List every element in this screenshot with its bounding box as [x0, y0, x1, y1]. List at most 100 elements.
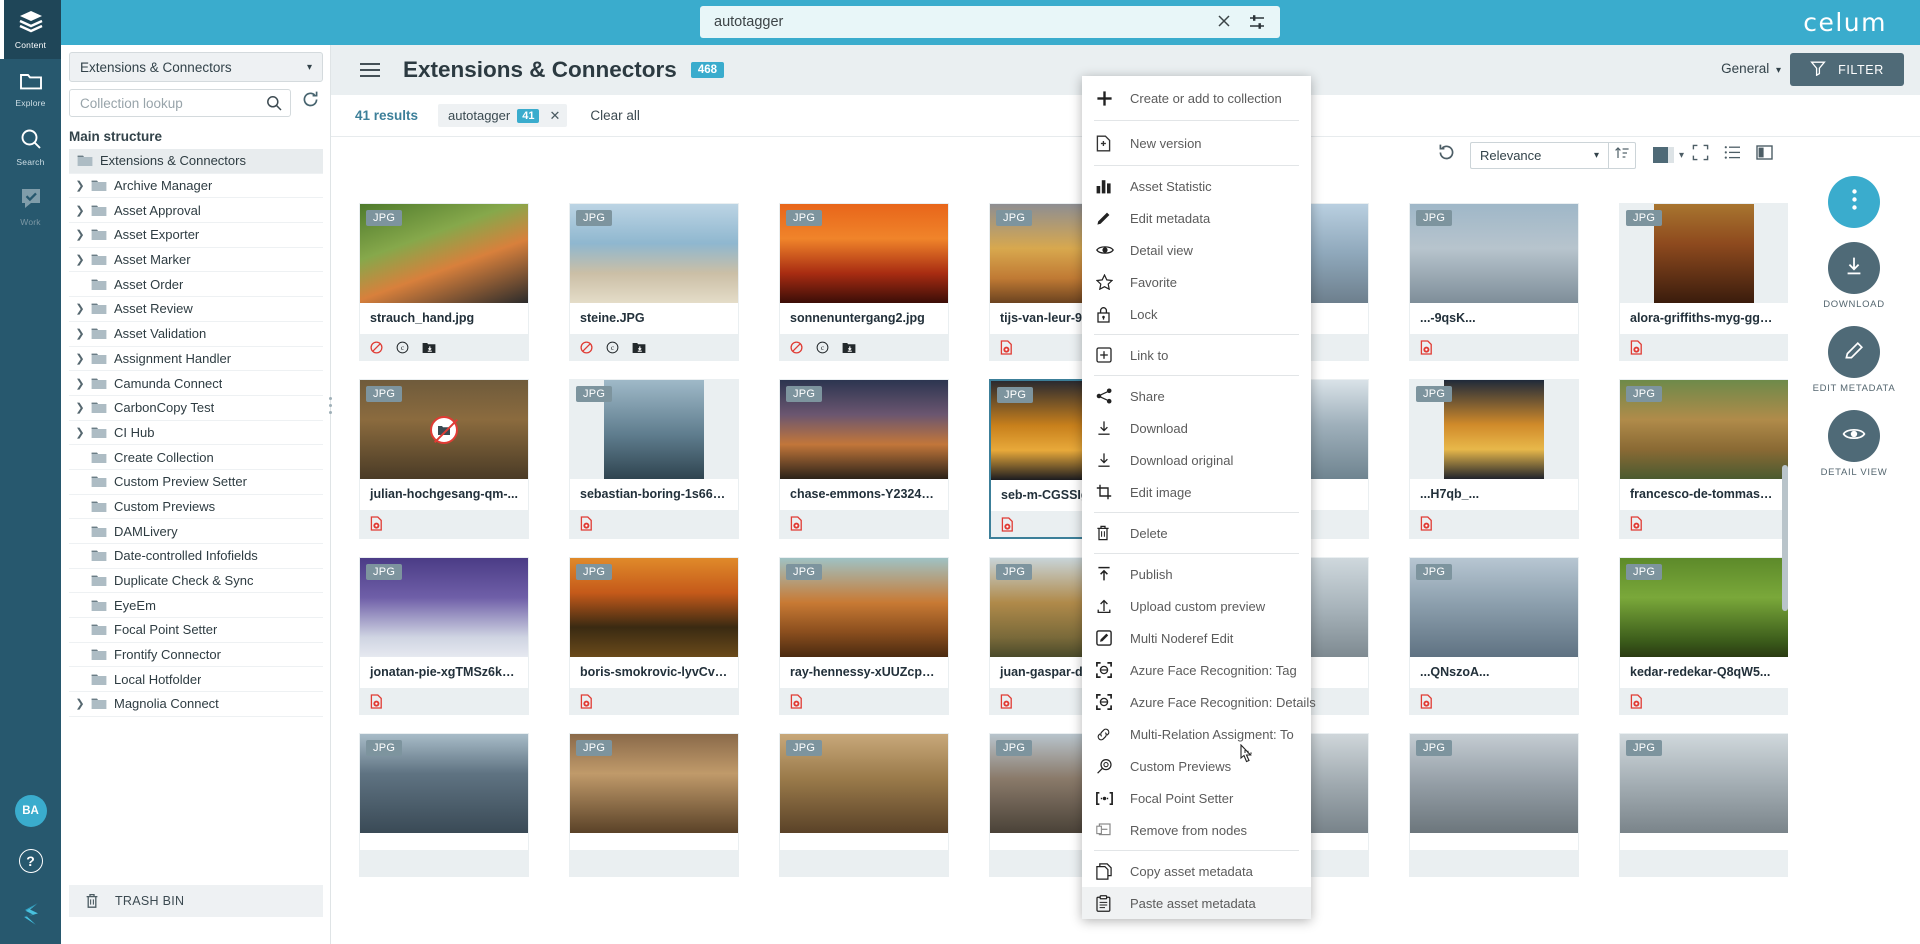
asset-card[interactable]: JPG ray-hennessy-xUUZcpQl...: [779, 557, 949, 715]
asset-card[interactable]: JPG: [779, 733, 949, 877]
context-menu-item[interactable]: Edit metadata: [1082, 202, 1311, 234]
asset-card[interactable]: JPG boris-smokrovic-lyvCvA...: [569, 557, 739, 715]
context-menu-item[interactable]: Download: [1082, 412, 1311, 444]
asset-card[interactable]: JPG chase-emmons-Y2324B...: [779, 379, 949, 539]
context-menu-item[interactable]: Azure Face Recognition: Tag: [1082, 654, 1311, 686]
collection-lookup-input[interactable]: [80, 90, 255, 116]
tree-node[interactable]: ❯ Assignment Handler: [69, 347, 323, 372]
tree-node[interactable]: Asset Order: [69, 272, 323, 298]
context-menu-item[interactable]: Create or add to collection: [1082, 80, 1311, 116]
sort-select[interactable]: Relevance ▾: [1469, 141, 1608, 169]
chevron-right-icon[interactable]: ❯: [69, 352, 91, 365]
tree-node[interactable]: Frontify Connector: [69, 643, 323, 668]
rail-item-search[interactable]: Search: [0, 118, 61, 177]
rail-item-content[interactable]: Content: [0, 0, 61, 59]
tree-node[interactable]: ❯ Asset Exporter: [69, 223, 323, 248]
asset-card[interactable]: JPG ...QNszoA...: [1409, 557, 1579, 715]
context-menu-item[interactable]: Publish: [1082, 558, 1311, 590]
tree-node[interactable]: ❯ CarbonCopy Test: [69, 396, 323, 421]
download-action-button[interactable]: [1828, 242, 1880, 294]
chevron-right-icon[interactable]: ❯: [69, 377, 91, 390]
close-icon[interactable]: ✕: [549, 108, 560, 124]
chevron-right-icon[interactable]: ❯: [69, 302, 91, 315]
sidebar-refresh-button[interactable]: [297, 89, 323, 115]
avatar[interactable]: BA: [14, 795, 47, 827]
close-icon[interactable]: [1216, 13, 1234, 31]
context-menu-item[interactable]: New version: [1082, 125, 1311, 161]
tree-node[interactable]: EyeEm: [69, 593, 323, 619]
chevron-right-icon[interactable]: ❯: [69, 204, 91, 217]
clear-all-button[interactable]: Clear all: [590, 108, 640, 123]
chevron-right-icon[interactable]: ❯: [69, 228, 91, 241]
filter-chip-autotagger[interactable]: autotagger 41 ✕: [438, 104, 568, 127]
chevron-right-icon[interactable]: ❯: [69, 253, 91, 266]
more-actions-button[interactable]: [1828, 176, 1880, 228]
tree-node[interactable]: ❯ Asset Approval: [69, 198, 323, 224]
asset-card[interactable]: JPG julian-hochgesang-qm-...: [359, 379, 529, 539]
tree-node[interactable]: ❯ Archive Manager: [69, 174, 323, 199]
context-menu-item[interactable]: Custom Previews: [1082, 750, 1311, 782]
asset-card[interactable]: JPG ...H7qb_...: [1409, 379, 1579, 539]
tree-node[interactable]: ❯ Magnolia Connect: [69, 692, 323, 717]
edit-metadata-action-button[interactable]: [1828, 326, 1880, 378]
chevron-right-icon[interactable]: ❯: [69, 327, 91, 340]
context-menu-item[interactable]: Edit image: [1082, 476, 1311, 508]
tree-node[interactable]: Custom Previews: [69, 495, 323, 520]
context-menu-item[interactable]: Multi-Relation Assigment: To: [1082, 718, 1311, 750]
hamburger-icon[interactable]: [359, 62, 381, 78]
asset-card[interactable]: JPG: [359, 733, 529, 877]
asset-card[interactable]: JPG jonatan-pie-xgTMSz6ke...: [359, 557, 529, 715]
collection-select[interactable]: Extensions & Connectors ▾: [69, 52, 323, 82]
asset-card[interactable]: JPG alora-griffiths-myg-gggf...: [1619, 203, 1789, 361]
asset-card[interactable]: JPG: [1619, 733, 1789, 877]
asset-card[interactable]: JPG: [1409, 733, 1579, 877]
asset-card[interactable]: JPG francesco-de-tommaso-...: [1619, 379, 1789, 539]
chevron-right-icon[interactable]: ❯: [69, 426, 91, 439]
tile-size-selector[interactable]: ▾: [1652, 147, 1684, 163]
tree-node[interactable]: ❯ Asset Review: [69, 297, 323, 322]
general-dropdown[interactable]: General ▾: [1721, 61, 1781, 76]
context-menu-item[interactable]: Delete: [1082, 517, 1311, 549]
asset-card[interactable]: JPG strauch_hand.jpg c: [359, 203, 529, 361]
context-menu-item[interactable]: Remove from nodes: [1082, 814, 1311, 846]
chevron-right-icon[interactable]: ❯: [69, 401, 91, 414]
asset-card[interactable]: JPG steine.JPG c: [569, 203, 739, 361]
detail-view-action-button[interactable]: [1828, 410, 1880, 462]
tree-node[interactable]: ❯ Asset Validation: [69, 322, 323, 347]
context-menu-item[interactable]: Multi Noderef Edit: [1082, 622, 1311, 654]
tree-node[interactable]: Focal Point Setter: [69, 618, 323, 643]
trash-bin[interactable]: TRASH BIN: [69, 885, 323, 917]
asset-card[interactable]: JPG ...-9qsK...: [1409, 203, 1579, 361]
tree-node[interactable]: Create Collection: [69, 445, 323, 470]
asset-card[interactable]: JPG: [569, 733, 739, 877]
tree-node[interactable]: DAMLivery: [69, 519, 323, 544]
list-view-button[interactable]: [1716, 141, 1748, 169]
context-menu-item[interactable]: Azure Face Recognition: Details: [1082, 686, 1316, 718]
tree-node[interactable]: Duplicate Check & Sync: [69, 569, 323, 594]
tree-node[interactable]: Extensions & Connectors: [69, 149, 323, 174]
asset-card[interactable]: JPG kedar-redekar-Q8qW5...: [1619, 557, 1789, 715]
asset-card[interactable]: JPG sonnenuntergang2.jpg c: [779, 203, 949, 361]
tree-node[interactable]: Local Hotfolder: [69, 667, 323, 693]
context-menu-item[interactable]: Upload custom preview: [1082, 590, 1311, 622]
context-menu-item[interactable]: Focal Point Setter: [1082, 782, 1311, 814]
context-menu-item[interactable]: Paste asset metadata: [1082, 887, 1311, 919]
context-menu-item[interactable]: Favorite: [1082, 266, 1311, 298]
sidebar-resize-handle[interactable]: [325, 390, 335, 420]
context-menu-item[interactable]: Download original: [1082, 444, 1311, 476]
search-input[interactable]: [714, 6, 1194, 38]
context-menu-item[interactable]: Share: [1082, 380, 1311, 412]
context-menu-item[interactable]: Copy asset metadata: [1082, 855, 1311, 887]
sort-direction-button[interactable]: [1607, 141, 1636, 169]
split-view-button[interactable]: [1748, 141, 1780, 169]
context-menu-item[interactable]: Asset Statistic: [1082, 170, 1311, 202]
rail-item-explore[interactable]: Explore: [0, 59, 61, 118]
tree-node[interactable]: ❯ Asset Marker: [69, 248, 323, 273]
search-settings-icon[interactable]: [1248, 13, 1266, 31]
asset-card[interactable]: JPG sebastian-boring-1s66d...: [569, 379, 739, 539]
chevron-right-icon[interactable]: ❯: [69, 179, 91, 192]
tree-node[interactable]: Date-controlled Infofields: [69, 544, 323, 569]
tree-node[interactable]: ❯ CI Hub: [69, 421, 323, 446]
context-menu-item[interactable]: Link to: [1082, 339, 1311, 371]
chevron-right-icon[interactable]: ❯: [69, 697, 91, 710]
